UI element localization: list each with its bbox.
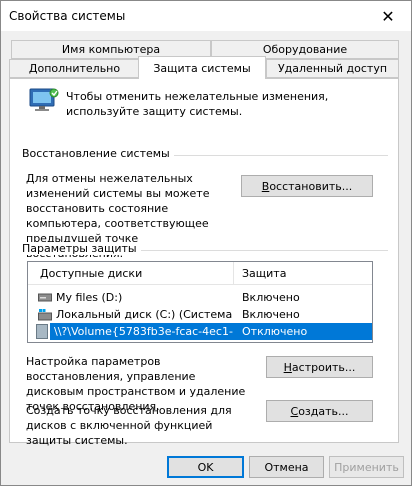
restore-button-label: осстановить... (269, 179, 353, 193)
tab-advanced[interactable]: Дополнительно (9, 59, 140, 78)
apply-button-label: Применить (334, 460, 399, 474)
system-properties-window: Свойства системы ✕ Имя компьютера Оборуд… (0, 0, 412, 486)
tab-system-protection[interactable]: Защита системы (138, 56, 266, 79)
drive-status: Отключено (233, 323, 372, 340)
column-separator[interactable] (233, 262, 234, 284)
restore-button-accel: В (261, 179, 270, 193)
close-button[interactable]: ✕ (365, 1, 411, 31)
column-header-protection[interactable]: Защита (242, 267, 286, 280)
drive-row[interactable]: My files (D:) Включено (28, 289, 372, 306)
system-drive-icon (38, 309, 52, 324)
drive-icon (38, 292, 52, 305)
tab-label: Имя компьютера (61, 43, 161, 56)
drive-status: Включено (242, 308, 300, 321)
drive-row[interactable]: Локальный диск (C:) (Система) Включено (28, 306, 372, 323)
create-description: Создать точку восстановления для дисков … (26, 404, 232, 447)
tab-label: Защита системы (153, 61, 251, 75)
window-title: Свойства системы (9, 9, 126, 23)
cancel-button[interactable]: Отмена (249, 456, 324, 478)
column-header-drives[interactable]: Доступные диски (40, 267, 142, 280)
restore-button[interactable]: Восстановить... (241, 175, 373, 197)
tab-panel: Чтобы отменить нежелательные изменения, … (9, 78, 399, 447)
configure-button-label: астроить... (291, 360, 356, 374)
create-button-label: оздать... (298, 404, 349, 418)
ok-button[interactable]: OK (167, 456, 244, 478)
restore-group-label: Восстановление системы (22, 147, 174, 160)
tab-label: Оборудование (262, 43, 348, 56)
protection-group-label: Параметры защиты (22, 242, 141, 255)
system-protection-icon (28, 85, 60, 118)
volume-icon (36, 324, 48, 342)
close-icon: ✕ (381, 6, 395, 26)
tab-remote[interactable]: Удаленный доступ (266, 59, 399, 78)
tab-label: Удаленный доступ (277, 62, 388, 75)
tab-label: Дополнительно (28, 62, 121, 75)
drive-name: My files (D:) (56, 291, 123, 304)
configure-button[interactable]: Настроить... (266, 356, 373, 378)
drive-status: Включено (242, 291, 300, 304)
drives-listview[interactable]: Доступные диски Защита My files (D:) Вкл… (27, 261, 373, 343)
apply-button[interactable]: Применить (329, 456, 404, 478)
drive-name: \\?\Volume{5783fb3e-fcac-4ec1-a... (50, 323, 233, 340)
cancel-button-label: Отмена (264, 460, 309, 474)
drive-name: Локальный диск (C:) (Система) (56, 308, 233, 321)
configure-button-accel: Н (283, 360, 292, 374)
title-bar: Свойства системы ✕ (1, 1, 411, 31)
info-text: Чтобы отменить нежелательные изменения, … (66, 90, 329, 118)
listview-header: Доступные диски Защита (28, 262, 372, 285)
create-button[interactable]: Создать... (266, 400, 373, 422)
create-button-accel: С (290, 404, 299, 418)
drive-row-selected[interactable]: \\?\Volume{5783fb3e-fcac-4ec1-a... Отклю… (28, 323, 372, 340)
ok-button-label: OK (197, 460, 214, 474)
